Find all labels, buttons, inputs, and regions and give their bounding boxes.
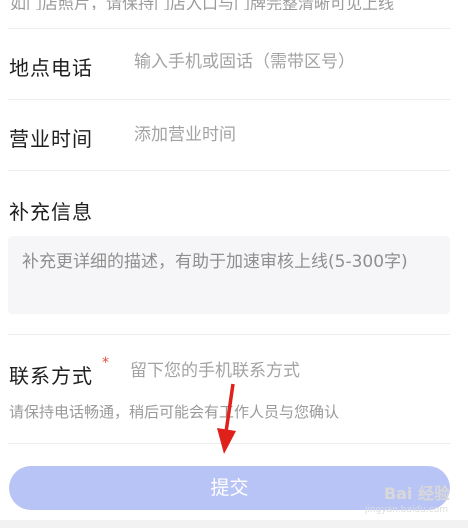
contact-hint: 请保持电话畅通，稍后可能会有工作人员与您确认 [9, 403, 340, 421]
extra-info-textarea[interactable] [8, 236, 450, 314]
divider [8, 99, 450, 100]
watermark-url: jingyan.baidu.com [364, 505, 448, 515]
phone-label: 地点电话 [9, 56, 93, 80]
business-hours-input[interactable] [134, 125, 444, 145]
extra-info-box [8, 236, 450, 314]
phone-input[interactable] [134, 52, 444, 72]
required-mark: * [102, 355, 109, 371]
divider [8, 443, 450, 444]
contact-phone-input[interactable] [130, 361, 440, 381]
divider [8, 28, 450, 29]
bottom-bar [0, 520, 468, 528]
watermark-logo: Bai 经验 [383, 484, 450, 503]
extra-info-label: 补充信息 [9, 200, 93, 224]
divider [8, 170, 450, 171]
hours-label: 营业时间 [9, 127, 93, 151]
divider [8, 334, 450, 335]
previous-field-hint: 如门店照片，请保持门店入口与门牌完整清晰可见上线 [10, 0, 395, 10]
contact-label: 联系方式 [9, 364, 93, 388]
